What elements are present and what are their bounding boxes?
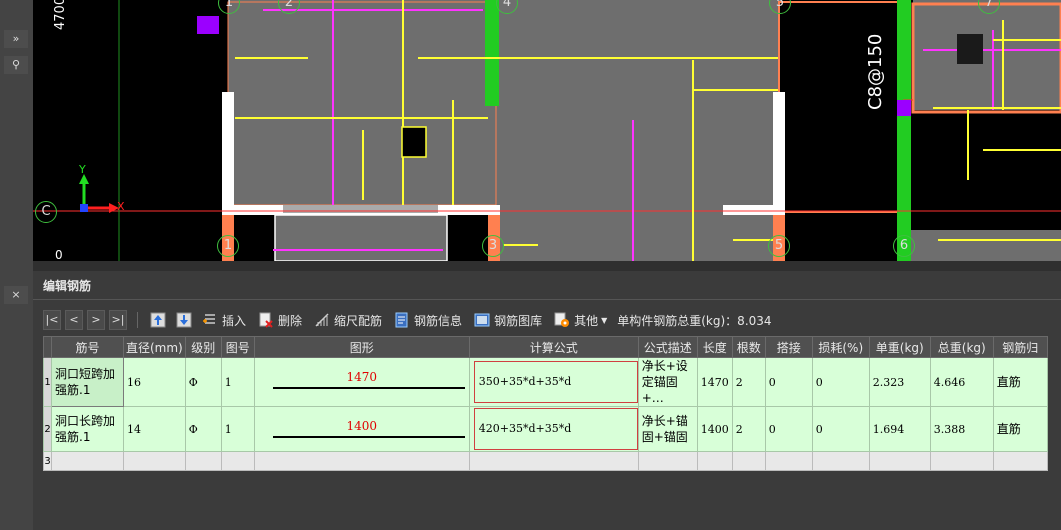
count-cell[interactable]: 2 bbox=[731, 357, 766, 407]
diameter-cell[interactable]: 14 bbox=[123, 406, 186, 452]
formula-desc-cell[interactable]: 净长+设定锚固+… bbox=[637, 357, 698, 407]
move-down-icon[interactable] bbox=[176, 312, 192, 328]
col-header-loss[interactable]: 损耗(%) bbox=[811, 336, 870, 358]
cad-canvas[interactable]: 4700 C8@150 Y X C 0 1 2 4 5 7 1 3 5 6 bbox=[33, 0, 1061, 261]
formula-input[interactable]: 420+35*d+35*d bbox=[473, 408, 638, 450]
bottom-axis-1: 1 bbox=[217, 235, 239, 257]
shape-length: 1400 bbox=[346, 419, 378, 433]
last-record-button[interactable]: >| bbox=[109, 310, 127, 330]
chevron-down-icon: ▼ bbox=[601, 315, 608, 325]
col-header-shape[interactable]: 图形 bbox=[253, 336, 470, 358]
formula-cell[interactable]: 350+35*d+35*d bbox=[468, 357, 639, 407]
col-header-lap[interactable]: 搭接 bbox=[764, 336, 813, 358]
row-number[interactable]: 3 bbox=[43, 451, 52, 471]
table-row-empty[interactable]: 3 bbox=[43, 451, 1048, 471]
table-row[interactable]: 2 洞口长跨加强筋.1 14 Φ 1 1400 420+35*d+35*d 净长… bbox=[43, 406, 1048, 452]
axis-0-label: 0 bbox=[55, 248, 63, 261]
unit-weight-cell[interactable]: 2.323 bbox=[868, 357, 931, 407]
insert-icon bbox=[203, 314, 215, 324]
shape-line bbox=[272, 436, 465, 438]
axis-x-label: X bbox=[117, 200, 125, 213]
axis-c-marker: C bbox=[35, 201, 57, 223]
rebar-library-icon bbox=[474, 313, 490, 327]
lap-cell[interactable]: 0 bbox=[764, 357, 813, 407]
grade-cell[interactable]: Φ bbox=[184, 406, 222, 452]
row-number[interactable]: 1 bbox=[43, 357, 52, 407]
scale-rebar-icon bbox=[315, 313, 329, 327]
col-header-unit-weight[interactable]: 单重(kg) bbox=[868, 336, 931, 358]
count-cell[interactable]: 2 bbox=[731, 406, 766, 452]
close-icon[interactable]: × bbox=[4, 286, 28, 304]
bottom-axis-6: 6 bbox=[893, 235, 915, 257]
formula-cell[interactable]: 420+35*d+35*d bbox=[468, 406, 639, 452]
grid-header-row: 筋号 直径(mm) 级别 图号 图形 计算公式 公式描述 长度 根数 搭接 损耗… bbox=[43, 336, 1048, 358]
prev-record-button[interactable]: < bbox=[65, 310, 83, 330]
fig-no-cell[interactable]: 1 bbox=[220, 406, 255, 452]
first-record-button[interactable]: |< bbox=[43, 310, 61, 330]
category-cell[interactable]: 直筋 bbox=[992, 406, 1048, 452]
insert-button[interactable]: 插入 bbox=[196, 312, 246, 329]
next-record-button[interactable]: > bbox=[87, 310, 105, 330]
rebar-library-button[interactable]: 钢筋图库 bbox=[468, 312, 542, 329]
formula-input[interactable]: 350+35*d+35*d bbox=[473, 361, 638, 403]
delete-icon bbox=[259, 312, 273, 328]
diameter-cell[interactable]: 16 bbox=[123, 357, 186, 407]
dimension-label: 4700 bbox=[53, 0, 68, 30]
lap-cell[interactable]: 0 bbox=[764, 406, 813, 452]
bar-name-cell[interactable]: 洞口短跨加强筋.1 bbox=[51, 357, 124, 407]
bar-name-cell[interactable]: 洞口长跨加强筋.1 bbox=[51, 406, 124, 452]
formula-desc-cell[interactable]: 净长+锚固+锚固 bbox=[637, 406, 698, 452]
rebar-toolbar: |< < > >| 插入 删除 缩尺配筋 钢筋信息 钢筋图库 其他 ▼ 单构件钢… bbox=[43, 309, 772, 331]
col-header-count[interactable]: 根数 bbox=[731, 336, 766, 358]
panel-title: 编辑钢筋 bbox=[43, 279, 92, 293]
shape-length: 1470 bbox=[346, 370, 378, 384]
col-header-formula[interactable]: 计算公式 bbox=[468, 336, 639, 358]
fig-no-cell[interactable]: 1 bbox=[220, 357, 255, 407]
rebar-grid: 筋号 直径(mm) 级别 图号 图形 计算公式 公式描述 长度 根数 搭接 损耗… bbox=[43, 336, 1048, 471]
col-header-grade[interactable]: 级别 bbox=[184, 336, 222, 358]
bottom-axis-5: 5 bbox=[768, 235, 790, 257]
bottom-axis-3: 3 bbox=[482, 235, 504, 257]
move-up-icon[interactable] bbox=[150, 312, 166, 328]
table-row[interactable]: 1 洞口短跨加强筋.1 16 Φ 1 1470 350+35*d+35*d 净长… bbox=[43, 357, 1048, 407]
category-cell[interactable]: 直筋 bbox=[992, 357, 1048, 407]
col-header-length[interactable]: 长度 bbox=[696, 336, 733, 358]
axis-y-label: Y bbox=[79, 163, 86, 176]
expand-icon[interactable]: » bbox=[4, 30, 28, 48]
unit-weight-cell[interactable]: 1.694 bbox=[868, 406, 931, 452]
length-cell[interactable]: 1470 bbox=[696, 357, 733, 407]
col-header-category[interactable]: 钢筋归 bbox=[992, 336, 1048, 358]
col-header-total-weight[interactable]: 总重(kg) bbox=[929, 336, 994, 358]
length-cell[interactable]: 1400 bbox=[696, 406, 733, 452]
delete-button[interactable]: 删除 bbox=[252, 312, 302, 329]
shape-cell[interactable]: 1400 bbox=[253, 406, 470, 452]
weight-summary: 单构件钢筋总重(kg)：8.034 bbox=[617, 313, 772, 328]
row-number[interactable]: 2 bbox=[43, 406, 52, 452]
edit-rebar-panel: 编辑钢筋 |< < > >| 插入 删除 缩尺配筋 钢筋信息 钢筋图库 其他 ▼… bbox=[33, 271, 1061, 530]
search-icon[interactable]: ⚲ bbox=[4, 56, 28, 74]
shape-line bbox=[272, 387, 465, 389]
rebar-annotation: C8@150 bbox=[865, 33, 886, 110]
cad-drawing bbox=[33, 0, 1061, 261]
rebar-info-icon bbox=[395, 312, 408, 328]
col-header-diameter[interactable]: 直径(mm) bbox=[123, 336, 186, 358]
loss-cell[interactable]: 0 bbox=[811, 357, 870, 407]
grade-cell[interactable]: Φ bbox=[184, 357, 222, 407]
total-weight-cell[interactable]: 4.646 bbox=[929, 357, 994, 407]
total-weight-cell[interactable]: 3.388 bbox=[929, 406, 994, 452]
loss-cell[interactable]: 0 bbox=[811, 406, 870, 452]
col-header-bar-no[interactable]: 筋号 bbox=[51, 336, 124, 358]
panel-splitter[interactable] bbox=[33, 261, 1061, 271]
scale-rebar-button[interactable]: 缩尺配筋 bbox=[308, 312, 382, 329]
rebar-info-button[interactable]: 钢筋信息 bbox=[388, 312, 462, 329]
gear-icon bbox=[554, 312, 570, 327]
col-header-formula-desc[interactable]: 公式描述 bbox=[637, 336, 698, 358]
shape-cell[interactable]: 1470 bbox=[253, 357, 470, 407]
col-header-fig-no[interactable]: 图号 bbox=[220, 336, 255, 358]
other-dropdown[interactable]: 其他 ▼ bbox=[548, 312, 607, 329]
left-tool-strip: » ⚲ × bbox=[0, 0, 34, 530]
